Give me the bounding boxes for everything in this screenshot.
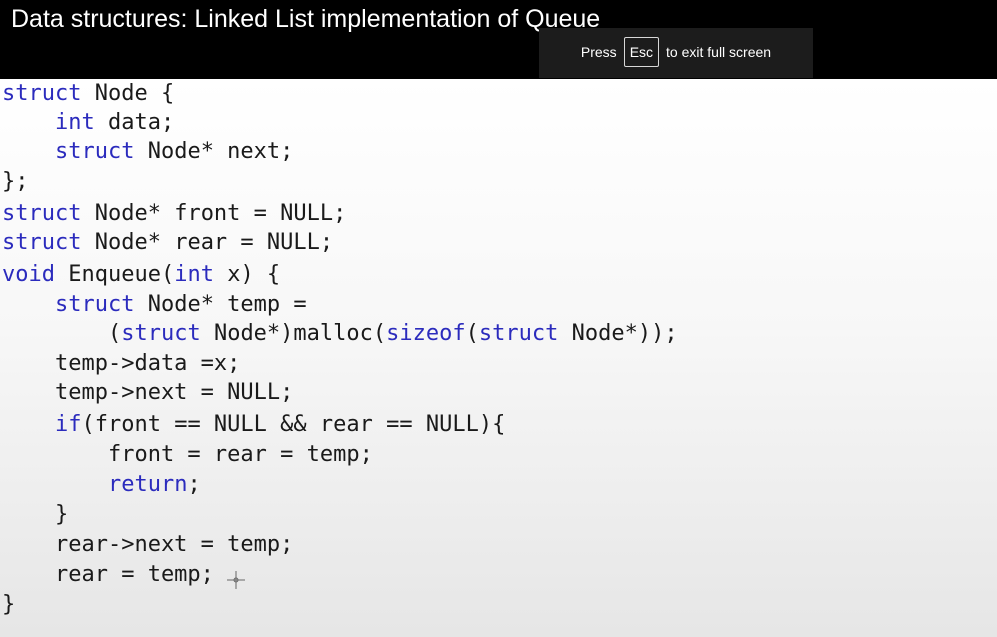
code-keyword: if (54, 412, 82, 437)
code-keyword: return (107, 472, 188, 497)
code-line: struct Node { (2, 79, 174, 109)
code-text: temp->data =x; (2, 351, 241, 376)
code-keyword: int (54, 110, 95, 135)
code-keyword: struct (2, 81, 82, 106)
code-keyword: void (2, 262, 55, 287)
code-line: front = rear = temp; (2, 440, 373, 470)
code-line: struct Node* temp = (2, 290, 307, 320)
code-text: } (2, 592, 16, 617)
code-text: Node* temp = (134, 292, 307, 317)
code-text: front = rear = temp; (2, 442, 373, 467)
video-title: Data structures: Linked List implementat… (11, 5, 601, 33)
code-line: struct Node* next; (2, 137, 293, 167)
esc-key-badge: Esc (623, 37, 660, 67)
code-line: struct Node* front = NULL; (2, 199, 346, 229)
code-text: Node*)); (558, 321, 678, 346)
code-line: struct Node* rear = NULL; (2, 228, 333, 258)
code-text: ( (2, 321, 122, 346)
code-line: if(front == NULL && rear == NULL){ (2, 410, 505, 440)
code-line: rear = temp; (2, 560, 214, 590)
code-text: data; (94, 110, 175, 135)
code-text: Node { (81, 81, 175, 106)
code-keyword: struct (54, 139, 135, 164)
code-line: }; (2, 167, 29, 197)
code-keyword: int (174, 262, 214, 287)
code-keyword: struct (2, 230, 82, 255)
code-keyword: struct (2, 201, 82, 226)
crosshair-cursor-icon (227, 571, 245, 589)
code-line: return; (2, 470, 201, 500)
code-text: Node*)malloc( (200, 321, 387, 346)
code-line: void Enqueue(int x) { (2, 260, 280, 290)
code-keyword: struct (478, 321, 559, 346)
hint-press-text: Press (580, 44, 617, 60)
code-text: rear->next = temp; (2, 532, 294, 557)
code-keyword: struct (54, 292, 135, 317)
video-title-bar: Data structures: Linked List implementat… (0, 0, 997, 79)
code-text: Node* next; (134, 139, 294, 164)
code-text: Enqueue( (54, 262, 175, 287)
code-line: temp->next = NULL; (2, 378, 293, 408)
code-text: ( (465, 321, 479, 346)
code-text: rear = temp; (2, 562, 214, 587)
code-line: temp->data =x; (2, 349, 240, 379)
code-keyword: struct (121, 321, 201, 346)
code-text: (front == NULL && rear == NULL){ (81, 412, 506, 437)
code-text: temp->next = NULL; (2, 380, 294, 405)
code-text: Node* rear = NULL; (81, 230, 334, 255)
code-text: } (2, 502, 69, 527)
hint-rest-text: to exit full screen (666, 44, 772, 60)
video-player[interactable]: Data structures: Linked List implementat… (0, 0, 997, 637)
fullscreen-exit-hint: Press Esc to exit full screen (539, 28, 813, 78)
code-line: } (2, 590, 15, 620)
code-line: (struct Node*)malloc(sizeof(struct Node*… (2, 319, 678, 349)
code-line: int data; (2, 108, 174, 138)
slide-content: struct Node { int data; struct Node* nex… (0, 79, 997, 637)
code-line: } (2, 500, 68, 530)
code-text: }; (2, 169, 29, 194)
code-text: ; (187, 472, 201, 497)
code-line: rear->next = temp; (2, 530, 293, 560)
code-text: x) { (213, 262, 281, 287)
code-keyword: sizeof (386, 321, 466, 346)
code-text: Node* front = NULL; (81, 201, 347, 226)
